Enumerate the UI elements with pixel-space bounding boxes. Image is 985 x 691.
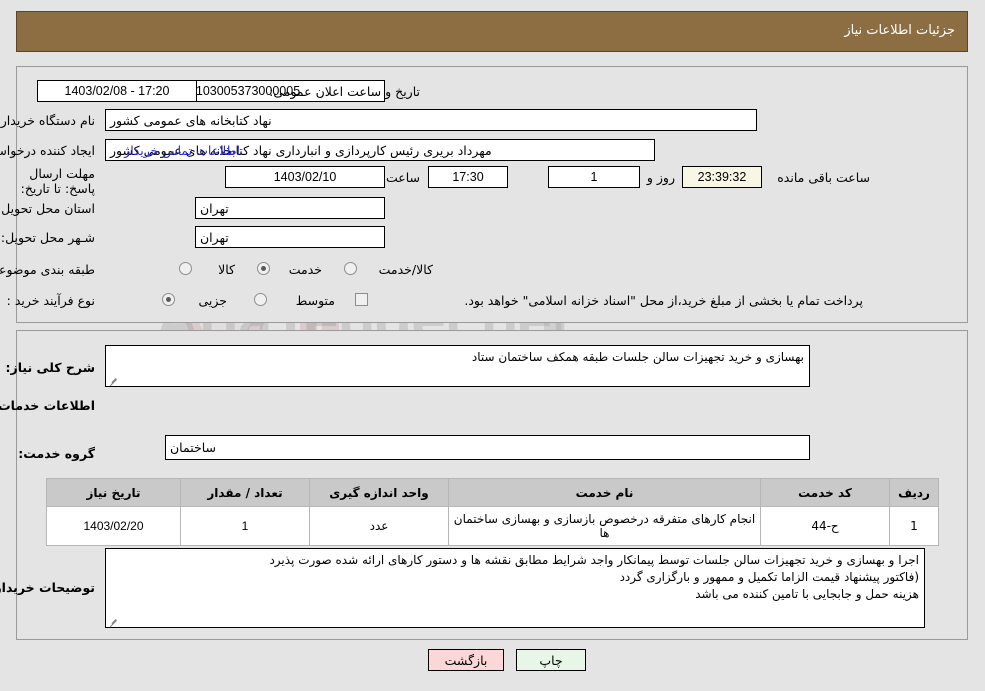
remaining-days-label: روز و — [646, 170, 675, 185]
radio-purchase-minor-label: جزیی — [198, 293, 227, 308]
cell-quantity: 1 — [180, 506, 310, 546]
purchase-type-label: نوع فرآیند خرید : — [6, 293, 95, 308]
buyer-notes-textarea[interactable]: اجرا و بهسازی و خرید تجهیزات سالن جلسات … — [105, 548, 925, 628]
print-button[interactable]: چاپ — [516, 649, 586, 671]
page-header: جزئیات اطلاعات نیاز — [16, 11, 968, 52]
remaining-days-value: 1 — [548, 166, 640, 188]
service-group-label: گروه خدمت: — [18, 446, 95, 461]
cell-service-name: انجام کارهای متفرقه درخصوص بازسازی و بهس… — [448, 506, 761, 546]
back-button[interactable]: بازگشت — [428, 649, 504, 671]
resize-grip-icon[interactable] — [108, 374, 119, 385]
buyer-contact-link[interactable]: اطلاعات تماس خریدار — [124, 143, 240, 158]
deadline-time-value: 17:30 — [428, 166, 508, 188]
cell-need-date: 1403/02/20 — [46, 506, 181, 546]
services-table: ردیف کد خدمت نام خدمت واحد اندازه گیری ت… — [46, 478, 939, 546]
buyer-org-value: نهاد کتابخانه های عمومی کشور — [105, 109, 757, 131]
need-info-panel — [16, 66, 968, 323]
deadline-label: مهلت ارسال پاسخ: تا تاریخ: — [20, 166, 95, 196]
table-header-quantity: تعداد / مقدار — [180, 478, 310, 507]
creator-label: ایجاد کننده درخواست: — [0, 143, 95, 158]
province-label: استان محل تحویل: — [0, 201, 95, 216]
page-root: AriaTender.net T جزئیات اطلاعات نیاز شما… — [0, 0, 985, 691]
table-header-unit: واحد اندازه گیری — [309, 478, 449, 507]
buyer-notes-value: اجرا و بهسازی و خرید تجهیزات سالن جلسات … — [269, 553, 919, 601]
buyer-org-label: نام دستگاه خریدار: — [0, 113, 95, 128]
summary-value: بهسازی و خرید تجهیزات سالن جلسات طبقه هم… — [471, 350, 804, 364]
radio-category-khedmat-label: خدمت — [288, 262, 322, 277]
city-label: شـهر محل تحویل: — [0, 230, 95, 245]
table-header-row: ردیف کد خدمت نام خدمت واحد اندازه گیری ت… — [46, 478, 939, 507]
summary-label: شرح کلی نیاز: — [5, 360, 95, 375]
radio-category-kala[interactable] — [179, 262, 192, 275]
city-value: تهران — [195, 226, 385, 248]
province-value: تهران — [195, 197, 385, 219]
announce-datetime-value: 1403/02/08 - 17:20 — [37, 80, 197, 102]
announce-datetime-label: تاریخ و ساعت اعلان عمومی: — [269, 84, 420, 99]
deadline-date-value: 1403/02/10 — [225, 166, 385, 188]
radio-category-kala-label: کالا — [218, 262, 235, 277]
buyer-notes-label: توضیحات خریدار: — [0, 580, 95, 595]
radio-category-kala-khedmat-label: کالا/خدمت — [378, 262, 433, 277]
cell-row-number: 1 — [889, 506, 939, 546]
table-header-service-name: نام خدمت — [448, 478, 761, 507]
resize-grip-icon[interactable] — [108, 615, 119, 626]
cell-service-code: ح-44 — [760, 506, 890, 546]
table-header-service-code: کد خدمت — [760, 478, 890, 507]
page-title: جزئیات اطلاعات نیاز — [844, 23, 955, 38]
radio-category-khedmat[interactable] — [257, 262, 270, 275]
remaining-suffix-label: ساعت باقی مانده — [777, 170, 870, 185]
radio-purchase-medium-label: متوسط — [295, 293, 335, 308]
radio-purchase-medium[interactable] — [254, 293, 267, 306]
deadline-hour-label: ساعت — [385, 170, 420, 185]
islamic-treasury-checkbox[interactable] — [355, 293, 368, 306]
table-header-need-date: تاریخ نیاز — [46, 478, 181, 507]
summary-textarea[interactable]: بهسازی و خرید تجهیزات سالن جلسات طبقه هم… — [105, 345, 810, 387]
radio-purchase-minor[interactable] — [162, 293, 175, 306]
islamic-treasury-label: پرداخت تمام یا بخشی از مبلغ خرید،از محل … — [464, 293, 863, 308]
radio-category-kala-khedmat[interactable] — [344, 262, 357, 275]
category-label: طبقه بندی موضوعی: — [0, 262, 95, 277]
table-row: 1 ح-44 انجام کارهای متفرقه درخصوص بازساز… — [46, 506, 939, 546]
table-header-row-number: ردیف — [889, 478, 939, 507]
cell-unit: عدد — [309, 506, 449, 546]
service-group-value: ساختمان — [165, 435, 810, 460]
services-section-title: اطلاعات خدمات مورد نیاز — [0, 398, 95, 413]
remaining-countdown-value: 23:39:32 — [682, 166, 762, 188]
